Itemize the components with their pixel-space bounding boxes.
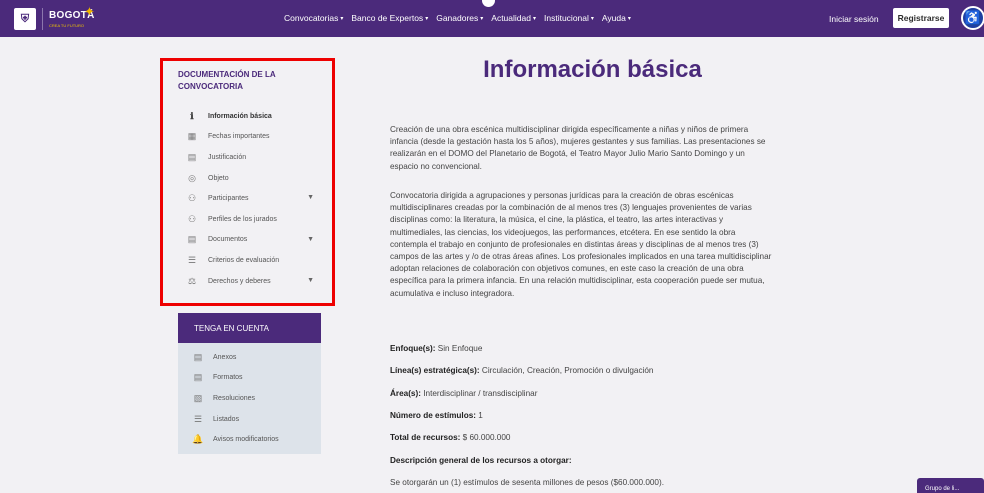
bell-icon: 🔔 xyxy=(192,434,204,445)
sidebar-item-criterios[interactable]: ☰ Criterios de evaluación xyxy=(186,250,321,271)
list-icon: ☰ xyxy=(193,413,203,424)
bogota-shield-logo[interactable]: ⛨ xyxy=(14,8,36,30)
page-title: Información básica xyxy=(483,56,702,83)
attachment-icon: ▤ xyxy=(193,351,203,362)
caret-down-icon: ▾ xyxy=(425,15,429,22)
description-paragraph-2: Convocatoria dirigida a agrupaciones y p… xyxy=(390,191,772,298)
calendar-icon: ▦ xyxy=(187,131,197,142)
caret-down-icon: ▾ xyxy=(532,15,536,22)
sidebar-item-fechas[interactable]: ▦ Fechas importantes xyxy=(186,127,321,148)
sidebar-item-justificacion[interactable]: ▤ Justificación xyxy=(186,147,321,168)
corner-help-button[interactable]: Grupo de li... xyxy=(917,478,984,493)
sidebar-menu: ℹ Información básica ▦ Fechas importantes … xyxy=(186,106,321,291)
field-area: Área(s): Interdisciplinar / transdiscipl… xyxy=(390,389,538,398)
file-icon: ▤ xyxy=(187,234,197,245)
nav-ayuda[interactable]: Ayuda ▾ xyxy=(602,13,631,23)
field-descripcion-label: Descripción general de los recursos a ot… xyxy=(390,456,572,465)
target-icon: ◎ xyxy=(188,172,196,183)
caret-down-icon: ▾ xyxy=(590,15,594,22)
caret-down-icon: ▾ xyxy=(480,15,484,22)
group-icon: ⚇ xyxy=(187,213,197,224)
tenga-en-cuenta-panel: ▤ Anexos ▤ Formatos ▧ Resoluciones ☰ Listado… xyxy=(178,343,321,454)
field-linea-estrategica: Línea(s) estratégica(s): Circulación, Cr… xyxy=(390,366,654,375)
field-numero-estimulos: Número de estímulos: 1 xyxy=(390,411,483,420)
nav-convocatorias[interactable]: Convocatorias ▾ xyxy=(284,13,343,23)
nav-banco-expertos[interactable]: Banco de Expertos ▾ xyxy=(351,13,428,23)
sidebar-item-perfiles-jurados[interactable]: ⚇ Perfiles de los jurados xyxy=(186,209,321,230)
brand-star-icon: ✦ xyxy=(84,4,95,19)
tenga-item-formatos[interactable]: ▤ Formatos xyxy=(178,368,321,389)
field-enfoque: Enfoque(s): Sin Enfoque xyxy=(390,344,483,353)
sidebar-item-derechos[interactable]: ⚖ Derechos y deberes ▼ xyxy=(186,271,321,292)
sidebar-title: Documentación de la convocatoria xyxy=(178,70,276,91)
tenga-en-cuenta-header: Tenga en cuenta xyxy=(178,313,321,343)
chevron-down-icon[interactable]: ▼ xyxy=(307,236,314,243)
nav-actualidad[interactable]: Actualidad ▾ xyxy=(491,13,536,23)
sidebar-item-documentos[interactable]: ▤ Documentos ▼ xyxy=(186,230,321,251)
brand-tagline: CREA TU FUTURO xyxy=(49,23,85,28)
list-icon: ☰ xyxy=(187,254,197,265)
info-icon: ℹ xyxy=(190,110,194,121)
main-nav: Convocatorias ▾ Banco de Expertos ▾ Ganado… xyxy=(284,13,631,23)
document-icon: ▤ xyxy=(187,151,197,162)
tenga-item-listados[interactable]: ☰ Listados xyxy=(178,409,321,430)
login-link[interactable]: Iniciar sesión xyxy=(829,14,879,24)
tenga-item-resoluciones[interactable]: ▧ Resoluciones xyxy=(178,388,321,409)
balance-icon: ⚖ xyxy=(187,275,197,286)
field-descripcion-value: Se otorgarán un (1) estímulos de sesenta… xyxy=(390,478,664,487)
nav-institucional[interactable]: Institucional ▾ xyxy=(544,13,594,23)
chevron-down-icon[interactable]: ▼ xyxy=(307,194,314,201)
accessibility-icon[interactable]: ♿ xyxy=(961,6,984,30)
description-paragraph-1: Creación de una obra escénica multidisci… xyxy=(390,125,766,171)
sidebar-item-participantes[interactable]: ⚇ Participantes ▼ xyxy=(186,188,321,209)
register-button[interactable]: Registrarse xyxy=(893,8,949,28)
nav-ganadores[interactable]: Ganadores ▾ xyxy=(436,13,483,23)
users-icon: ⚇ xyxy=(187,193,197,204)
sidebar-item-objeto[interactable]: ◎ Objeto xyxy=(186,168,321,189)
caret-down-icon: ▾ xyxy=(627,15,631,22)
resolution-icon: ▧ xyxy=(193,392,203,403)
sidebar-item-informacion-basica[interactable]: ℹ Información básica xyxy=(186,106,321,127)
logo-divider xyxy=(42,8,43,30)
form-icon: ▤ xyxy=(193,372,203,383)
tenga-item-anexos[interactable]: ▤ Anexos xyxy=(178,347,321,368)
chevron-down-icon[interactable]: ▼ xyxy=(307,277,314,284)
caret-down-icon: ▾ xyxy=(340,15,344,22)
tenga-item-avisos[interactable]: 🔔 Avisos modificatorios xyxy=(178,429,321,450)
field-total-recursos: Total de recursos: $ 60.000.000 xyxy=(390,433,511,442)
